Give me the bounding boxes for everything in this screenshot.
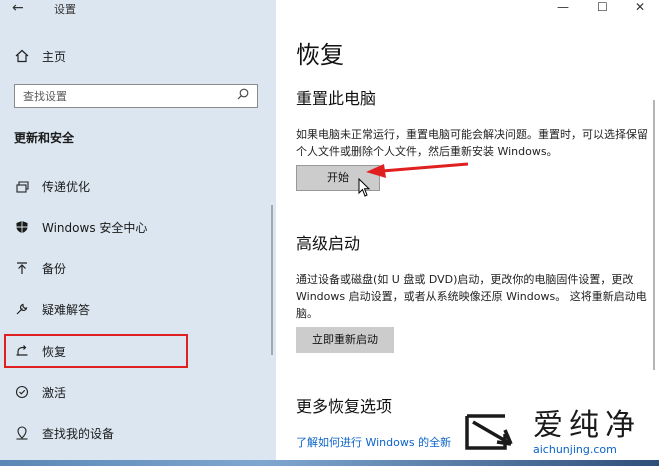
sidebar-item-delivery-optimization[interactable]: 传递优化: [0, 172, 276, 202]
watermark-url: aichunjing.com: [533, 443, 617, 456]
taskbar-strip: [0, 460, 659, 466]
sidebar-item-label: 疑难解答: [42, 303, 91, 317]
sidebar-item-label: 激活: [42, 386, 67, 400]
watermark-logo-icon: [465, 414, 513, 450]
search-input[interactable]: [23, 88, 223, 104]
reset-pc-description: 如果电脑未正常运行，重置电脑可能会解决问题。重置时，可以选择保留个人文件或删除个…: [296, 128, 648, 158]
section-heading: 更新和安全: [14, 131, 75, 145]
activation-check-icon: [14, 385, 30, 401]
sidebar-item-activation[interactable]: 激活: [0, 378, 276, 408]
advanced-startup-description: 通过设备或磁盘(如 U 盘或 DVD)启动，更改你的电脑固件设置，更改 Wind…: [296, 273, 647, 320]
sidebar-item-find-my-device[interactable]: 查找我的设备: [0, 419, 276, 449]
sidebar-scrollbar[interactable]: [271, 205, 273, 355]
delivery-optimization-icon: [14, 179, 30, 195]
main-content: — ☐ ✕ 恢复 重置此电脑 如果电脑未正常运行，重置电脑可能会解决问题。重置时…: [276, 0, 659, 460]
page-title: 恢复: [296, 41, 344, 69]
search-box[interactable]: [14, 84, 258, 108]
fresh-start-link[interactable]: 了解如何进行 Windows 的全新: [296, 435, 451, 451]
more-recovery-options-heading: 更多恢复选项: [296, 397, 393, 416]
annotation-arrow-icon: [366, 162, 469, 178]
sidebar-item-label: 备份: [42, 262, 67, 276]
find-device-icon: [14, 426, 30, 442]
window-controls: — ☐ ✕: [549, 0, 659, 16]
sidebar-item-label: 主页: [42, 50, 67, 64]
recovery-highlight-box: [4, 334, 188, 368]
minimize-button[interactable]: —: [557, 0, 569, 14]
advanced-startup-heading: 高级启动: [296, 234, 361, 253]
maximize-button[interactable]: ☐: [597, 0, 608, 14]
sidebar-item-backup[interactable]: 备份: [0, 254, 276, 284]
backup-arrow-icon: [14, 261, 30, 277]
search-icon[interactable]: [235, 88, 251, 104]
sidebar-item-label: 查找我的设备: [42, 427, 115, 441]
sidebar: ← 设置 主页 更新和安全 传递优化 Windows 安全中心 备份: [0, 0, 276, 460]
sidebar-item-windows-security[interactable]: Windows 安全中心: [0, 213, 276, 243]
main-scrollbar[interactable]: [653, 100, 655, 370]
close-button[interactable]: ✕: [635, 0, 645, 14]
wrench-icon: [14, 302, 30, 318]
sidebar-item-label: Windows 安全中心: [42, 221, 148, 235]
reset-pc-heading: 重置此电脑: [296, 89, 377, 108]
window-title: 设置: [54, 3, 76, 16]
sidebar-item-home[interactable]: 主页: [0, 42, 276, 72]
back-arrow-icon[interactable]: ←: [12, 0, 30, 16]
home-icon: [14, 49, 30, 65]
sidebar-item-troubleshoot[interactable]: 疑难解答: [0, 295, 276, 325]
watermark: 爱纯净 aichunjing.com: [459, 406, 659, 460]
restart-now-button[interactable]: 立即重新启动: [296, 327, 394, 353]
sidebar-item-label: 传递优化: [42, 180, 91, 194]
mouse-cursor-icon: [358, 178, 371, 197]
watermark-name: 爱纯净: [533, 408, 641, 443]
shield-icon: [14, 220, 30, 236]
